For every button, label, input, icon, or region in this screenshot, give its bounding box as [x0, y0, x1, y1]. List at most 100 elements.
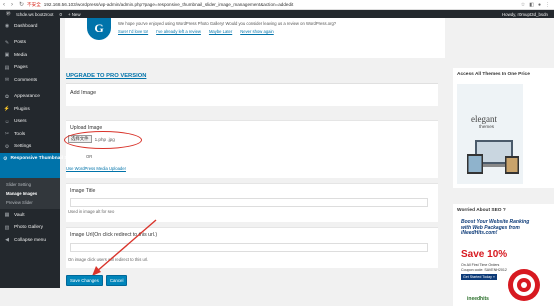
sidebar-item-label: Media: [14, 52, 28, 58]
slider-icon: ⚙: [3, 156, 8, 162]
admin-sidebar: ◉ Dashboard ✎ Posts ▣ Media ▤ Pages ✉ Co…: [0, 18, 78, 288]
sidebar-item-label: Pages: [14, 65, 28, 71]
browser-actions: ☆ ◧ ● ⋮: [521, 2, 550, 8]
review-notice: G We hope you've enjoyed using WordPress…: [65, 18, 445, 58]
url-text[interactable]: 192.168.56.103/wordpress/wp-admin/admin.…: [44, 2, 424, 7]
sidebar-item-label: Settings: [14, 144, 32, 150]
sidebar-item-plugins[interactable]: ⚡ Plugins: [0, 103, 60, 116]
submenu-preview-slider[interactable]: Preview Slider: [0, 198, 60, 207]
media-uploader-link[interactable]: Use WordPress Media Uploader: [66, 166, 126, 171]
elegant-themes-ad[interactable]: elegant themes: [457, 84, 523, 184]
sidebar-item-label: Collapse menu: [14, 237, 46, 243]
brush-icon: ✿: [4, 93, 10, 100]
sidebar-item-collapse[interactable]: ◀ Collapse menu: [0, 234, 60, 247]
wrench-icon: ✂: [4, 131, 10, 138]
sidebar-item-responsive-thumbnail-slider[interactable]: ⚙ Responsive Thumbnail Slider: [0, 153, 78, 178]
sidebar-item-label: Users: [14, 119, 27, 125]
sidebar-submenu: Slider Setting Manage Images Preview Sli…: [0, 178, 60, 209]
right-sidebar: Access All Themes In One Price elegant t…: [453, 18, 554, 306]
new-content-link[interactable]: + New: [68, 12, 81, 17]
sidebar-item-dashboard[interactable]: ◉ Dashboard: [0, 20, 60, 33]
security-warning[interactable]: 不安全: [27, 2, 41, 8]
themes-heading: Access All Themes In One Price: [457, 72, 530, 77]
upload-image-box: Upload Image 选择文件 1.php .jpg OR Use Word…: [64, 120, 438, 178]
elegant-sub: themes: [479, 124, 495, 129]
sidebar-item-tools[interactable]: ✂ Tools: [0, 128, 60, 141]
sidebar-item-appearance[interactable]: ✿ Appearance: [0, 91, 60, 104]
vault-icon: ▦: [4, 212, 10, 219]
forward-icon[interactable]: ›: [11, 0, 16, 10]
notice-message: We hope you've enjoyed using WordPress P…: [118, 21, 337, 26]
media-icon: ▣: [4, 52, 10, 59]
image-title-input[interactable]: [70, 198, 428, 207]
comments-count[interactable]: 0: [60, 12, 62, 17]
add-image-title: Add Image: [70, 90, 97, 96]
sidebar-item-label: Photo Gallery: [14, 225, 44, 231]
ineedhits-ad[interactable]: Boost Your Website Ranking with Web Pack…: [457, 218, 545, 304]
elegant-brand: elegant: [471, 114, 497, 124]
notice-link-sure[interactable]: Sure! I'd love to!: [118, 29, 148, 34]
user-icon: ☺: [4, 118, 10, 125]
red-annotation-arrow: [92, 219, 157, 276]
submenu-manage-images[interactable]: Manage Images: [0, 189, 60, 198]
image-title-label: Image Title: [70, 188, 96, 194]
save-changes-button[interactable]: Save Changes: [66, 275, 103, 286]
notice-link-never[interactable]: Never show again: [240, 29, 274, 34]
sidebar-item-posts[interactable]: ✎ Posts: [0, 37, 60, 50]
wp-logo-icon[interactable]: Ⓦ: [6, 11, 10, 17]
notice-link-later[interactable]: Maybe Later: [209, 29, 232, 34]
browser-address-bar: ‹ › ↻ 不安全 192.168.56.103/wordpress/wp-ad…: [0, 0, 554, 10]
sidebar-item-label: Posts: [14, 40, 26, 46]
settings-icon: ⚙: [4, 143, 10, 150]
seo-widget: Worried About SEO ? Boost Your Website R…: [453, 204, 554, 306]
pages-icon: ▤: [4, 64, 10, 71]
sidebar-item-label: Vault: [14, 212, 25, 218]
reload-icon[interactable]: ↻: [19, 0, 24, 10]
or-separator: OR: [86, 154, 93, 159]
menu-icon[interactable]: ⋮: [545, 2, 550, 8]
sidebar-item-settings[interactable]: ⚙ Settings: [0, 141, 60, 154]
sidebar-item-label: Appearance: [14, 94, 40, 100]
sidebar-item-label: Dashboard: [14, 23, 38, 29]
sidebar-item-label: Comments: [14, 77, 38, 83]
dashboard-icon: ◉: [4, 23, 10, 30]
sidebar-item-comments[interactable]: ✉ Comments: [0, 74, 60, 87]
main-content: G We hope you've enjoyed using WordPress…: [60, 18, 452, 288]
sidebar-item-media[interactable]: ▣ Media: [0, 49, 60, 62]
submenu-slider-setting[interactable]: Slider Setting: [0, 180, 60, 189]
sidebar-item-users[interactable]: ☺ Users: [0, 116, 60, 129]
devices-illustration: [467, 140, 519, 174]
seo-code: Coupon code: SAVENH2012: [461, 268, 507, 272]
sidebar-item-photo-gallery[interactable]: ▧ Photo Gallery: [0, 222, 60, 235]
site-name-link[interactable]: tchde.ws boot2root: [16, 12, 53, 17]
seo-save: Save 10%: [461, 249, 508, 260]
seo-heading: Worried About SEO ?: [457, 208, 506, 213]
sidebar-item-pages[interactable]: ▤ Pages: [0, 62, 60, 75]
add-image-header: Add Image: [66, 83, 438, 106]
target-icon: [508, 269, 540, 301]
extension-icon[interactable]: ◧: [529, 2, 534, 8]
sidebar-item-label: Tools: [14, 131, 26, 137]
form-actions: Save Changes Cancel: [66, 275, 128, 286]
red-annotation-circle: [64, 131, 142, 149]
pin-icon: ✎: [4, 39, 10, 46]
wp-admin-bar: Ⓦ tchde.ws boot2root 0 + New Howdy, r0mu…: [0, 10, 554, 18]
photo-gallery-logo: G: [87, 18, 111, 40]
comment-icon: ✉: [4, 77, 10, 84]
notice-links: Sure! I'd love to! I've already left a r…: [118, 29, 274, 34]
howdy-user[interactable]: Howdy, r0mupt3d_bsdn: [502, 12, 548, 17]
seo-line1: Boost Your Website Ranking with Web Pack…: [461, 219, 530, 237]
upgrade-link[interactable]: UPGRADE TO PRO VERSION: [66, 73, 146, 79]
back-icon[interactable]: ‹: [3, 0, 8, 10]
star-icon[interactable]: ☆: [521, 2, 525, 8]
profile-icon[interactable]: ●: [538, 2, 541, 8]
gallery-icon: ▧: [4, 224, 10, 231]
cancel-button[interactable]: Cancel: [105, 275, 128, 286]
sidebar-item-vault[interactable]: ▦ Vault: [0, 209, 60, 222]
notice-link-already[interactable]: I've already left a review: [156, 29, 201, 34]
collapse-icon: ◀: [5, 237, 9, 244]
seo-orders: On All First Time Orders: [461, 263, 500, 267]
seo-go-button[interactable]: Get Started Today »: [461, 274, 497, 280]
image-title-box: Image Title Used in image alt for seo: [66, 183, 438, 222]
themes-widget: Access All Themes In One Price elegant t…: [453, 68, 554, 188]
